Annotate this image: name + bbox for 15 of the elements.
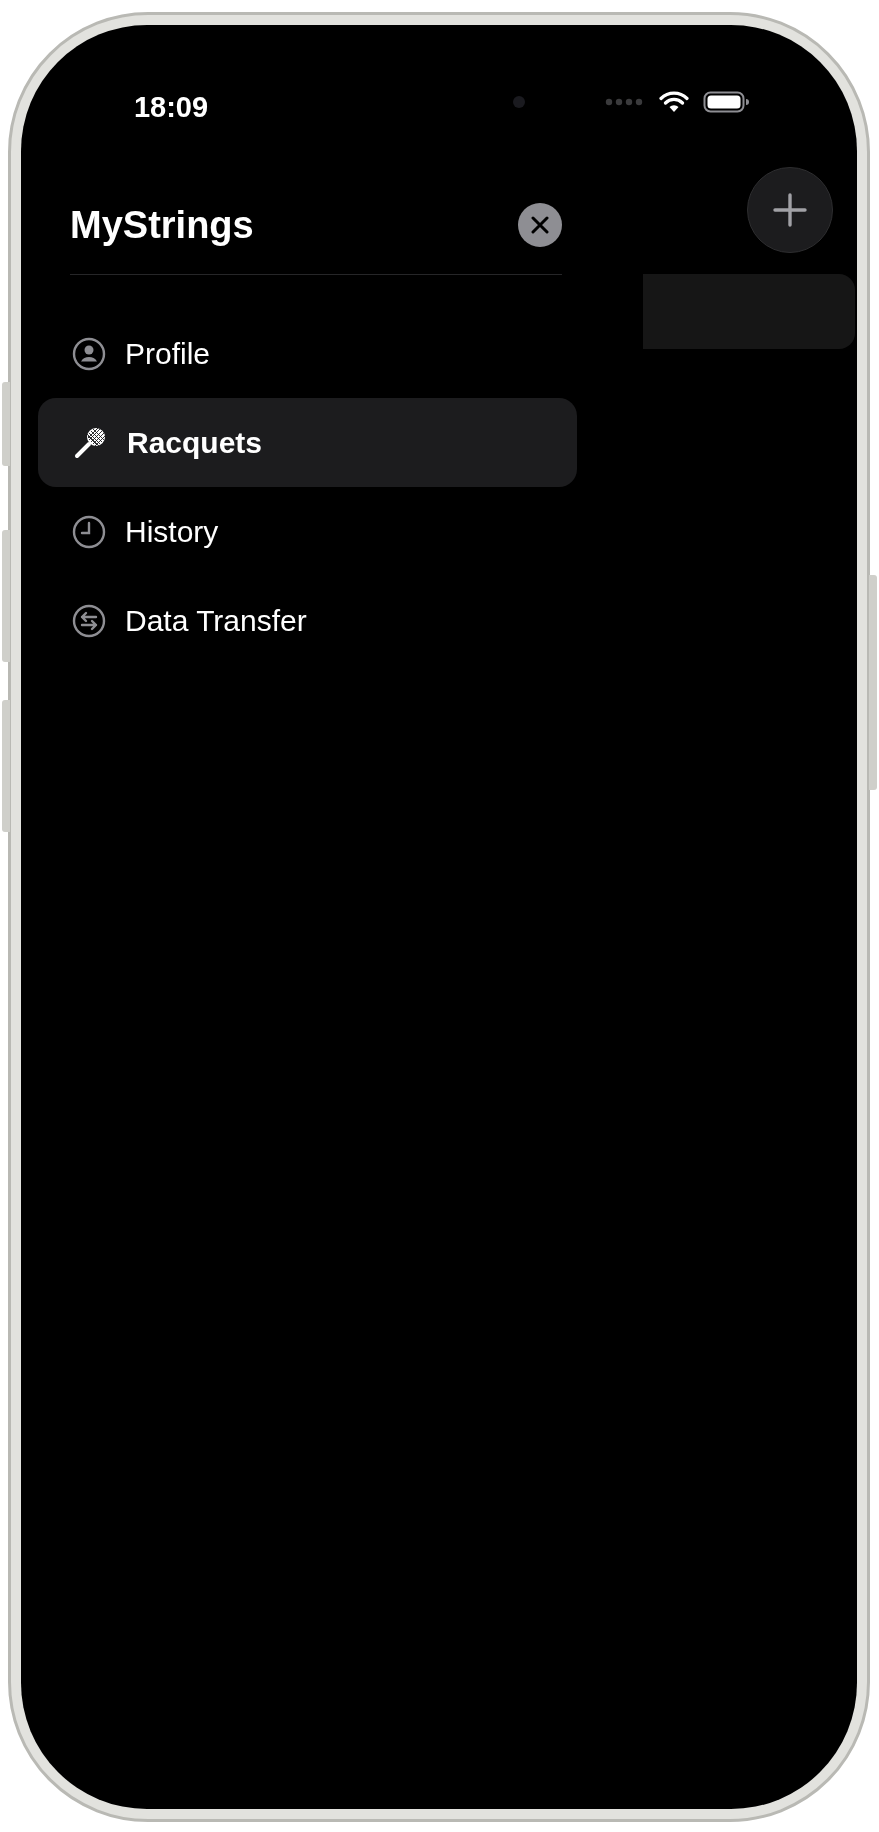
- battery-icon: [703, 91, 749, 113]
- menu-item[interactable]: Profile: [38, 309, 577, 398]
- plus-icon: [772, 192, 808, 228]
- clock-icon: [72, 514, 106, 549]
- close-icon: [531, 216, 549, 234]
- menu-item[interactable]: Racquets: [38, 398, 577, 487]
- wifi-icon: [659, 91, 689, 113]
- person-circle-icon: [72, 336, 106, 371]
- menu-item[interactable]: Data Transfer: [38, 576, 577, 665]
- menu-item[interactable]: History: [38, 487, 577, 576]
- cellular-signal-icon: [605, 98, 645, 106]
- drawer-title: MyStrings: [70, 202, 254, 248]
- status-time: 18:09: [132, 91, 210, 123]
- close-button[interactable]: [518, 203, 562, 247]
- transfer-arrows-icon: [72, 603, 106, 638]
